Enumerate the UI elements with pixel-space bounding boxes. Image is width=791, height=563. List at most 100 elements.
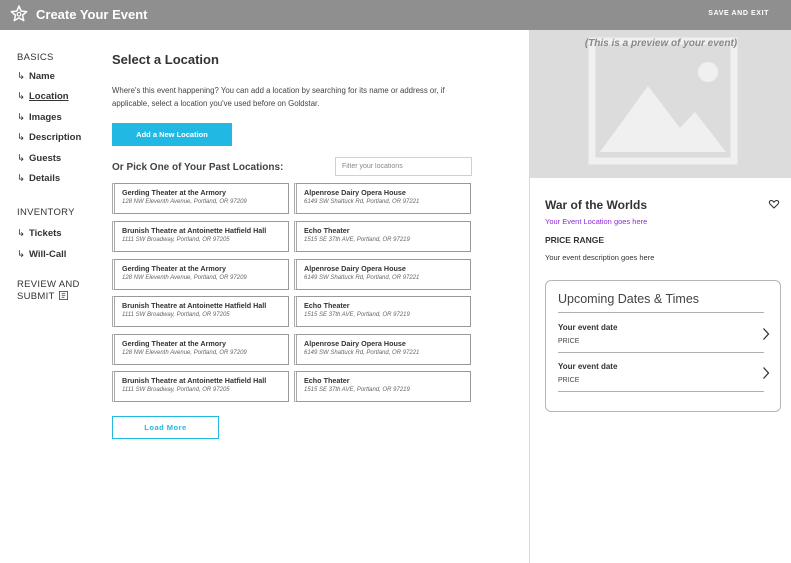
divider	[558, 312, 764, 313]
heart-icon[interactable]	[768, 198, 780, 210]
add-new-location-button[interactable]: Add a New Location	[112, 123, 232, 146]
location-address: 128 NW Eleventh Avenue, Portland, OR 972…	[122, 350, 247, 356]
location-address: 128 NW Eleventh Avenue, Portland, OR 972…	[122, 199, 247, 205]
location-card[interactable]: Brunish Theatre at Antoinette Hatfield H…	[112, 221, 289, 252]
event-price: PRICE	[558, 338, 580, 345]
location-card[interactable]: Brunish Theatre at Antoinette Hatfield H…	[112, 296, 289, 327]
location-name: Gerding Theater at the Armory	[122, 264, 226, 273]
location-name: Echo Theater	[304, 376, 350, 385]
review-line-2: SUBMIT	[17, 291, 55, 302]
location-address: 6149 SW Shattuck Rd, Portland, OR 97221	[304, 199, 420, 205]
location-card[interactable]: Gerding Theater at the Armory 128 NW Ele…	[112, 183, 289, 214]
sidebar-item-label: Details	[29, 173, 61, 184]
section-basics: BASICS	[17, 52, 54, 63]
past-locations-title: Or Pick One of Your Past Locations:	[112, 162, 284, 173]
location-card[interactable]: Echo Theater 1515 SE 37th AVE, Portland,…	[294, 296, 471, 327]
location-name: Brunish Theatre at Antoinette Hatfield H…	[122, 301, 267, 310]
location-name: Gerding Theater at the Armory	[122, 339, 226, 348]
sidebar-item-label: Images	[29, 112, 62, 123]
location-name: Alpenrose Dairy Opera House	[304, 264, 406, 273]
arrow-icon: ↳	[17, 71, 25, 82]
arrow-icon: ↳	[17, 112, 25, 123]
load-more-button[interactable]: Load More	[112, 416, 219, 439]
sidebar-item-label: Guests	[29, 153, 62, 164]
filter-locations-input[interactable]	[335, 157, 472, 176]
sidebar-item-will-call[interactable]: ↳ Will-Call	[17, 249, 66, 260]
arrow-icon: ↳	[17, 249, 25, 260]
app-title: Create Your Event	[36, 7, 148, 22]
preview-note: (This is a preview of your event)	[584, 38, 738, 49]
divider	[558, 391, 764, 392]
location-name: Alpenrose Dairy Opera House	[304, 188, 406, 197]
event-price: PRICE	[558, 377, 580, 384]
event-image-placeholder: (This is a preview of your event)	[530, 30, 791, 178]
save-and-exit-button[interactable]: SAVE AND EXIT	[708, 10, 769, 17]
event-date: Your event date	[558, 362, 618, 371]
sidebar-item-location[interactable]: ↳ Location	[17, 91, 69, 102]
sidebar-item-label: Name	[29, 71, 55, 82]
event-preview-panel: (This is a preview of your event) War of…	[529, 30, 791, 563]
section-review-submit[interactable]: REVIEW AND SUBMIT	[17, 279, 80, 303]
section-inventory: INVENTORY	[17, 207, 75, 218]
location-address: 6149 SW Shattuck Rd, Portland, OR 97221	[304, 350, 420, 356]
price-range: PRICE RANGE	[545, 235, 605, 245]
location-address: 1515 SE 37th AVE, Portland, OR 97219	[304, 312, 410, 318]
location-address: 1111 SW Broadway, Portland, OR 97205	[122, 237, 230, 243]
location-name: Brunish Theatre at Antoinette Hatfield H…	[122, 226, 267, 235]
date-row[interactable]: Your event date PRICE	[558, 362, 770, 392]
location-card[interactable]: Alpenrose Dairy Opera House 6149 SW Shat…	[294, 259, 471, 290]
chevron-right-icon	[763, 367, 770, 379]
page-title: Select a Location	[112, 52, 219, 67]
date-row[interactable]: Your event date PRICE	[558, 323, 770, 353]
location-name: Echo Theater	[304, 226, 350, 235]
location-card[interactable]: Brunish Theatre at Antoinette Hatfield H…	[112, 371, 289, 402]
location-card[interactable]: Alpenrose Dairy Opera House 6149 SW Shat…	[294, 183, 471, 214]
event-location-link[interactable]: Your Event Location goes here	[545, 217, 647, 226]
sidebar-item-label: Tickets	[29, 228, 62, 239]
arrow-icon: ↳	[17, 153, 25, 164]
arrow-icon: ↳	[17, 228, 25, 239]
star-outline-icon[interactable]	[9, 4, 29, 24]
location-address: 128 NW Eleventh Avenue, Portland, OR 972…	[122, 275, 247, 281]
image-placeholder-icon	[588, 37, 738, 165]
location-description: Where's this event happening? You can ad…	[112, 86, 445, 108]
location-name: Brunish Theatre at Antoinette Hatfield H…	[122, 376, 267, 385]
location-address: 6149 SW Shattuck Rd, Portland, OR 97221	[304, 275, 420, 281]
arrow-icon: ↳	[17, 173, 25, 184]
upcoming-dates-card: Upcoming Dates & Times Your event date P…	[545, 280, 781, 412]
location-card[interactable]: Alpenrose Dairy Opera House 6149 SW Shat…	[294, 334, 471, 365]
location-address: 1515 SE 37th AVE, Portland, OR 97219	[304, 237, 410, 243]
location-card[interactable]: Gerding Theater at the Armory 128 NW Ele…	[112, 334, 289, 365]
location-card[interactable]: Echo Theater 1515 SE 37th AVE, Portland,…	[294, 221, 471, 252]
location-address: 1111 SW Broadway, Portland, OR 97205	[122, 387, 230, 393]
location-name: Echo Theater	[304, 301, 350, 310]
sidebar-item-details[interactable]: ↳ Details	[17, 173, 60, 184]
sidebar-item-description[interactable]: ↳ Description	[17, 132, 81, 143]
location-name: Alpenrose Dairy Opera House	[304, 339, 406, 348]
review-line-2-wrap: SUBMIT	[17, 291, 80, 303]
upcoming-dates-title: Upcoming Dates & Times	[558, 292, 700, 306]
location-address: 1111 SW Broadway, Portland, OR 97205	[122, 312, 230, 318]
location-card[interactable]: Echo Theater 1515 SE 37th AVE, Portland,…	[294, 371, 471, 402]
event-date: Your event date	[558, 323, 618, 332]
sidebar-item-label: Location	[29, 91, 69, 102]
main-content: Select a Location Where's this event hap…	[112, 30, 522, 563]
sidebar-item-images[interactable]: ↳ Images	[17, 112, 62, 123]
sidebar-item-label: Description	[29, 132, 82, 143]
arrow-icon: ↳	[17, 132, 25, 143]
sidebar-item-tickets[interactable]: ↳ Tickets	[17, 228, 62, 239]
location-address: 1515 SE 37th AVE, Portland, OR 97219	[304, 387, 410, 393]
top-bar: Create Your Event SAVE AND EXIT	[0, 0, 791, 30]
review-line-1: REVIEW AND	[17, 279, 80, 290]
location-name: Gerding Theater at the Armory	[122, 188, 226, 197]
event-description: Your event description goes here	[545, 253, 655, 262]
sidebar-item-label: Will-Call	[29, 249, 67, 260]
sidebar-item-guests[interactable]: ↳ Guests	[17, 153, 61, 164]
location-card[interactable]: Gerding Theater at the Armory 128 NW Ele…	[112, 259, 289, 290]
sidebar-item-name[interactable]: ↳ Name	[17, 71, 55, 82]
event-title: War of the Worlds	[545, 198, 647, 212]
chevron-right-icon	[763, 328, 770, 340]
checklist-icon	[59, 291, 69, 300]
divider	[558, 352, 764, 353]
arrow-icon: ↳	[17, 91, 25, 102]
